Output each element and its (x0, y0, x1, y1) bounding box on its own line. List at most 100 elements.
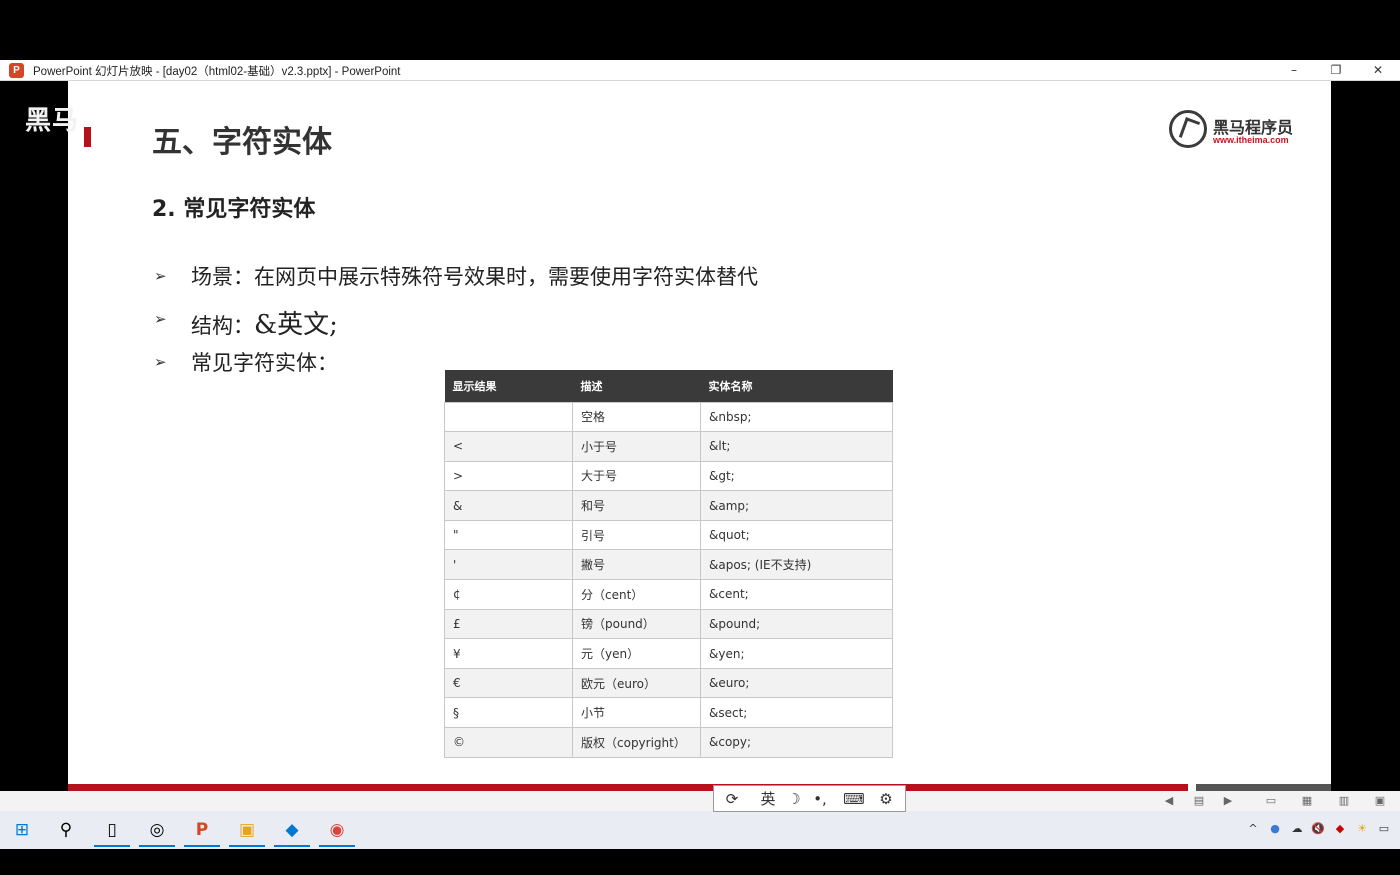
table-row: § 小节 &sect; (444, 697, 893, 729)
table-row: 空格 &nbsp; (444, 401, 893, 433)
slide[interactable]: 五、字符实体 黑马程序员 www.itheima.com 2. 常见字符实体 ➢… (68, 81, 1331, 791)
column-header: 描述 (572, 370, 701, 402)
bullet-label: 结构： (191, 314, 254, 338)
table-row: > 大于号 &gt; (444, 460, 893, 492)
bullet-arrow-icon: ➢ (154, 310, 167, 328)
cell-description: 镑（pound） (572, 608, 701, 640)
cell-symbol: & (444, 490, 573, 521)
title-accent-bar (84, 127, 91, 147)
table-row: < 小于号 &lt; (444, 431, 893, 462)
notification-icon[interactable]: ▭ (1376, 821, 1392, 837)
cell-description: 分（cent） (572, 579, 701, 610)
logo-url: www.itheima.com (1213, 135, 1289, 145)
cell-entity-name: &copy; (700, 727, 893, 758)
title-bar: P PowerPoint 幻灯片放映 - [day02（html02-基础）v2… (0, 60, 1400, 81)
itheima-logo: 黑马程序员 www.itheima.com (1169, 110, 1299, 150)
windows-taskbar: ⊞ ⚲ ▯ ◎ P ▣ ◆ ◉ ^ ● ☁ 🔇 ◆ ☀ ▭ (0, 811, 1400, 849)
cell-description: 空格 (572, 401, 701, 433)
table-row: € 欧元（euro） &euro; (444, 667, 893, 699)
reading-view-icon[interactable]: ▥ (1336, 793, 1352, 809)
search-icon[interactable]: ⚲ (46, 813, 86, 847)
cell-description: 版权（copyright） (572, 727, 701, 758)
cell-description: 撇号 (572, 549, 701, 581)
cell-entity-name: &apos; (IE不支持) (700, 549, 893, 581)
notes-icon[interactable]: ▤ (1191, 793, 1207, 809)
next-slide-icon[interactable]: ▶ (1220, 793, 1236, 809)
column-header: 显示结果 (444, 370, 573, 402)
ime-toolbar[interactable]: ⟳ 英 ☽ •, ⌨ ⚙ (713, 785, 906, 812)
table-row: ¥ 元（yen） &yen; (444, 638, 893, 669)
slideshow-status-bar: ◀ ▤ ▶ ▭ ▦ ▥ ▣ (0, 791, 1400, 811)
cell-entity-name: &sect; (700, 697, 893, 729)
punctuation-icon[interactable]: •, (806, 788, 834, 810)
app-tray-icon[interactable]: ● (1267, 821, 1283, 837)
cell-symbol: € (444, 667, 573, 699)
slideshow-view-icon[interactable]: ▣ (1372, 793, 1388, 809)
entity-syntax: &英文; (254, 310, 338, 340)
normal-view-icon[interactable]: ▭ (1263, 793, 1279, 809)
restore-button[interactable]: ❐ (1314, 60, 1358, 81)
volume-muted-icon[interactable]: 🔇 (1310, 821, 1326, 837)
cell-description: 小节 (572, 697, 701, 729)
table-row: ¢ 分（cent） &cent; (444, 579, 893, 610)
vscode-icon[interactable]: ◆ (272, 813, 312, 847)
file-explorer-icon[interactable]: ▣ (227, 813, 267, 847)
cell-entity-name: &yen; (700, 638, 893, 669)
powerpoint-taskbar-icon[interactable]: P (182, 813, 222, 847)
weather-icon[interactable]: ☀ (1354, 821, 1370, 837)
table-row: © 版权（copyright） &copy; (444, 727, 893, 758)
ime-logo-icon[interactable]: ⟳ (718, 788, 746, 810)
cell-description: 小于号 (572, 431, 701, 462)
bullet-text: 场景：在网页中展示特殊符号效果时，需要使用字符实体替代 (191, 265, 758, 289)
cloud-icon[interactable]: ☁ (1289, 821, 1305, 837)
table-row: & 和号 &amp; (444, 490, 893, 521)
recorder-icon[interactable]: ◎ (137, 813, 177, 847)
top-letterbox (0, 0, 1400, 60)
slide-title: 五、字符实体 (152, 125, 332, 160)
minimize-button[interactable]: – (1272, 60, 1316, 81)
cell-description: 和号 (572, 490, 701, 521)
cell-symbol: § (444, 697, 573, 729)
cell-entity-name: &euro; (700, 667, 893, 699)
cell-symbol: < (444, 431, 573, 462)
cell-symbol: ¢ (444, 579, 573, 610)
close-button[interactable]: ✕ (1356, 60, 1400, 81)
slide-sorter-icon[interactable]: ▦ (1299, 793, 1315, 809)
slide-subtitle: 2. 常见字符实体 (152, 197, 316, 222)
cell-description: 引号 (572, 519, 701, 551)
cell-entity-name: &cent; (700, 579, 893, 610)
cell-entity-name: &quot; (700, 519, 893, 551)
previous-slide-icon[interactable]: ◀ (1161, 793, 1177, 809)
table-header-row: 显示结果 描述 实体名称 (444, 370, 893, 402)
column-header: 实体名称 (700, 370, 893, 402)
bullet-arrow-icon: ➢ (154, 353, 167, 371)
moon-icon[interactable]: ☽ (780, 788, 808, 810)
slide-footer-bar (68, 784, 1188, 791)
chrome-icon[interactable]: ◉ (317, 813, 357, 847)
tray-app-icon[interactable]: ◆ (1332, 821, 1348, 837)
cell-entity-name: &lt; (700, 431, 893, 462)
table-row: ' 撇号 &apos; (IE不支持) (444, 549, 893, 581)
cell-symbol: ' (444, 549, 573, 581)
table-row: £ 镑（pound） &pound; (444, 608, 893, 640)
gear-icon[interactable]: ⚙ (872, 788, 900, 810)
bottom-letterbox (0, 849, 1400, 875)
bullet-text: 结构：&英文; (191, 304, 338, 341)
cell-description: 元（yen） (572, 638, 701, 669)
cell-symbol: ¥ (444, 638, 573, 669)
horse-logo-icon (1169, 110, 1207, 148)
powerpoint-icon: P (9, 63, 24, 78)
ime-language-toggle[interactable]: 英 (754, 788, 782, 810)
window-title: PowerPoint 幻灯片放映 - [day02（html02-基础）v2.3… (33, 66, 401, 78)
cell-entity-name: &pound; (700, 608, 893, 640)
keyboard-icon[interactable]: ⌨ (840, 788, 868, 810)
start-button[interactable]: ⊞ (2, 813, 42, 847)
cell-symbol: > (444, 460, 573, 492)
show-hidden-icons-icon[interactable]: ^ (1245, 821, 1261, 837)
notepad-icon[interactable]: ▯ (92, 813, 132, 847)
cell-entity-name: &gt; (700, 460, 893, 492)
bullet-text: 常见字符实体： (191, 351, 338, 375)
table-row: " 引号 &quot; (444, 519, 893, 551)
cell-description: 欧元（euro） (572, 667, 701, 699)
slide-footer-bar-dark (1196, 784, 1331, 791)
